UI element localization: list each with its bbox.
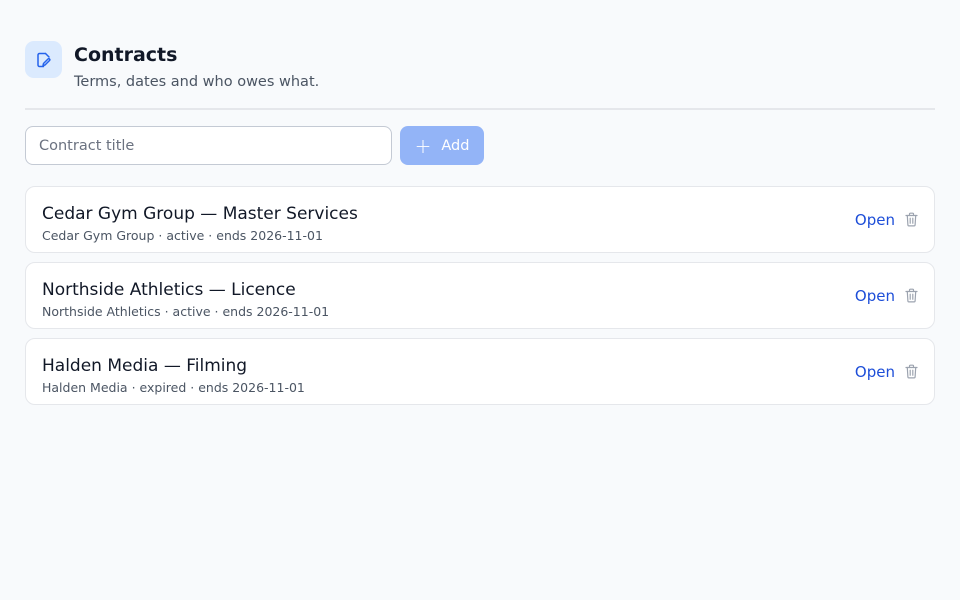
contract-actions: Open [855,263,918,328]
contract-title: Cedar Gym Group — Master Services [42,204,358,224]
trash-icon[interactable] [905,288,918,303]
contract-title: Northside Athletics — Licence [42,280,296,300]
add-contract-form: + Add [25,126,484,165]
open-link[interactable]: Open [855,211,895,229]
plus-icon: + [414,133,432,158]
contract-meta: Northside Athletics · active · ends 2026… [42,304,330,319]
contracts-page: Contracts Terms, dates and who owes what… [0,0,960,600]
open-link[interactable]: Open [855,363,895,381]
page-header: Contracts Terms, dates and who owes what… [25,41,319,92]
header-text: Contracts Terms, dates and who owes what… [74,41,319,92]
trash-icon[interactable] [905,212,918,227]
edit-document-icon [25,41,62,78]
add-button-label: Add [441,137,470,154]
contract-card: Northside Athletics — Licence Northside … [25,262,935,329]
header-divider [25,108,935,110]
add-button[interactable]: + Add [400,126,484,165]
contract-actions: Open [855,339,918,404]
contract-title-input[interactable] [25,126,392,165]
contract-meta: Halden Media · expired · ends 2026-11-01 [42,380,305,395]
contract-card: Cedar Gym Group — Master Services Cedar … [25,186,935,253]
contract-meta: Cedar Gym Group · active · ends 2026-11-… [42,228,323,243]
page-title: Contracts [74,44,178,66]
contract-actions: Open [855,187,918,252]
contract-card: Halden Media — Filming Halden Media · ex… [25,338,935,405]
page-subtitle: Terms, dates and who owes what. [74,74,320,90]
open-link[interactable]: Open [855,287,895,305]
contract-list: Cedar Gym Group — Master Services Cedar … [25,186,935,414]
contract-title: Halden Media — Filming [42,356,248,376]
trash-icon[interactable] [905,364,918,379]
